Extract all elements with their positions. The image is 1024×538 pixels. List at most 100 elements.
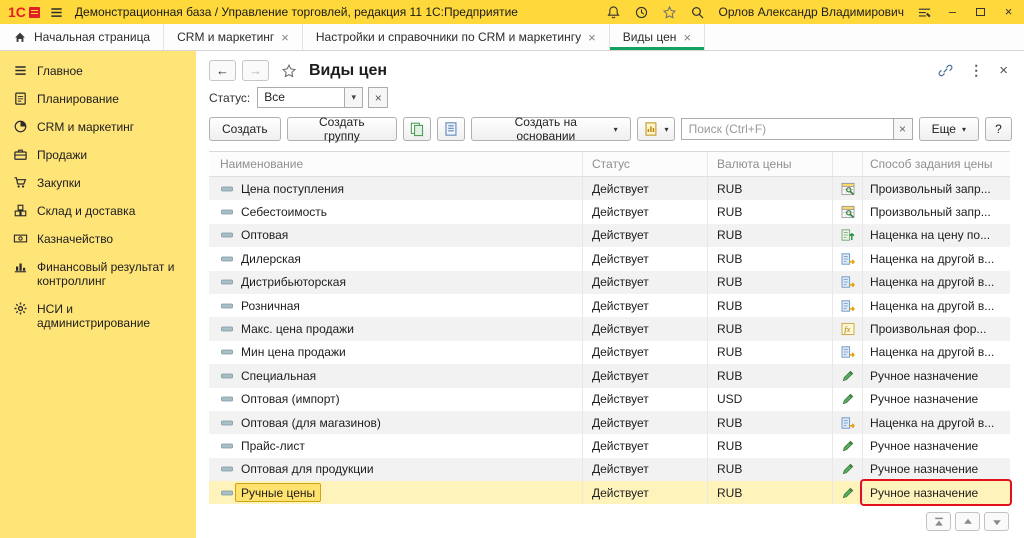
maximize-button[interactable] bbox=[973, 8, 988, 16]
sidebar-item-label: Продажи bbox=[37, 148, 87, 162]
table-row[interactable]: Себестоимость Действует RUB Произвольный… bbox=[209, 200, 1010, 223]
table-row[interactable]: Оптовая Действует RUB Наценка на цену по… bbox=[209, 224, 1010, 247]
tab-close-icon[interactable]: × bbox=[683, 31, 691, 44]
favorites-icon[interactable] bbox=[662, 5, 677, 20]
sidebar-item-planning[interactable]: Планирование bbox=[0, 85, 196, 113]
help-button[interactable]: ? bbox=[985, 117, 1012, 141]
search-input[interactable] bbox=[682, 122, 893, 136]
table-row[interactable]: Оптовая (импорт) Действует USD Ручное на… bbox=[209, 388, 1010, 411]
user-name[interactable]: Орлов Александр Владимирович bbox=[718, 5, 904, 19]
table-row[interactable]: Мин цена продажи Действует RUB Наценка н… bbox=[209, 341, 1010, 364]
tab-3[interactable]: Настройки и справочники по CRM и маркети… bbox=[303, 24, 610, 50]
row-method-icon-cell bbox=[832, 224, 862, 247]
search-clear-icon[interactable]: × bbox=[893, 119, 912, 139]
row-method-icon-cell bbox=[832, 481, 862, 504]
row-method: Наценка на другой в... bbox=[870, 252, 994, 266]
table-row[interactable]: Специальная Действует RUB Ручное назначе… bbox=[209, 364, 1010, 387]
scroll-down-button[interactable] bbox=[984, 512, 1009, 531]
copy-button[interactable] bbox=[403, 117, 431, 141]
row-method-icon-cell bbox=[832, 271, 862, 294]
create-based-on-button[interactable]: Создать на основании ▾ bbox=[471, 117, 631, 141]
sidebar-item-purchases[interactable]: Закупки bbox=[0, 169, 196, 197]
row-currency: RUB bbox=[707, 317, 832, 340]
price-type-item-icon bbox=[220, 182, 234, 196]
table-row[interactable]: Дистрибьюторская Действует RUB Наценка н… bbox=[209, 271, 1010, 294]
sidebar-item-warehouse[interactable]: Склад и доставка bbox=[0, 197, 196, 225]
table-row[interactable]: Ручные цены Действует RUB Ручное назначе… bbox=[209, 481, 1010, 504]
service-menu-icon[interactable] bbox=[917, 5, 932, 20]
row-name: Мин цена продажи bbox=[241, 345, 346, 359]
tab-label: Виды цен bbox=[623, 30, 677, 44]
row-name-chip: Оптовая для продукции bbox=[235, 460, 380, 479]
sidebar-item-sales[interactable]: Продажи bbox=[0, 141, 196, 169]
column-header-name[interactable]: Наименование bbox=[209, 152, 582, 176]
row-name-cell: Ручные цены bbox=[209, 481, 582, 504]
table-row[interactable]: Оптовая (для магазинов) Действует RUB На… bbox=[209, 411, 1010, 434]
price-type-item-icon bbox=[220, 462, 234, 476]
reports-button[interactable]: ▾ bbox=[637, 117, 675, 141]
table-row[interactable]: Розничная Действует RUB Наценка на друго… bbox=[209, 294, 1010, 317]
create-button[interactable]: Создать bbox=[209, 117, 281, 141]
column-header-method[interactable]: Способ задания цены bbox=[862, 152, 1010, 176]
table-row[interactable]: Макс. цена продажи Действует RUB Произво… bbox=[209, 317, 1010, 340]
table-row[interactable]: Оптовая для продукции Действует RUB Ручн… bbox=[209, 458, 1010, 481]
price-type-item-icon bbox=[220, 299, 234, 313]
tab-4[interactable]: Виды цен × bbox=[610, 24, 705, 50]
sidebar-item-menu[interactable]: Главное bbox=[0, 57, 196, 85]
favorite-star-icon[interactable] bbox=[281, 63, 297, 79]
close-form-icon[interactable]: × bbox=[999, 62, 1008, 79]
notifications-icon[interactable] bbox=[606, 5, 621, 20]
row-name-chip: Розничная bbox=[235, 296, 306, 315]
status-filter-clear-icon[interactable]: × bbox=[368, 87, 388, 108]
row-name-cell: Оптовая для продукции bbox=[209, 458, 582, 481]
row-status: Действует bbox=[582, 411, 707, 434]
row-method-cell: Ручное назначение bbox=[862, 364, 1010, 387]
price-method-icon bbox=[841, 392, 855, 406]
sidebar-item-finance[interactable]: Финансовый результат и контроллинг bbox=[0, 253, 196, 295]
price-type-item-icon bbox=[220, 275, 234, 289]
table-row[interactable]: Цена поступления Действует RUB Произволь… bbox=[209, 177, 1010, 200]
open-item-button[interactable] bbox=[437, 117, 465, 141]
status-filter-select[interactable]: Все ▾ bbox=[257, 87, 363, 108]
price-method-icon bbox=[841, 275, 855, 289]
forward-button[interactable]: → bbox=[242, 60, 269, 81]
row-name-chip: Дилерская bbox=[235, 249, 307, 268]
tab-close-icon[interactable]: × bbox=[588, 31, 596, 44]
sidebar-item-crm[interactable]: CRM и маркетинг bbox=[0, 113, 196, 141]
row-method-icon-cell bbox=[832, 434, 862, 457]
more-menu-icon[interactable]: ⋮ bbox=[969, 62, 983, 79]
chevron-down-icon[interactable]: ▾ bbox=[344, 88, 362, 107]
row-status: Действует bbox=[582, 294, 707, 317]
back-button[interactable]: ← bbox=[209, 60, 236, 81]
row-name-cell: Оптовая (для магазинов) bbox=[209, 411, 582, 434]
sidebar-item-admin[interactable]: НСИ и администрирование bbox=[0, 295, 196, 337]
sidebar-item-icon bbox=[13, 175, 28, 190]
row-method: Произвольный запр... bbox=[870, 205, 991, 219]
tab-1[interactable]: Начальная страница bbox=[0, 24, 164, 50]
search-box: × bbox=[681, 118, 913, 140]
column-header-method-icon[interactable] bbox=[832, 152, 862, 176]
tab-label: Настройки и справочники по CRM и маркети… bbox=[316, 30, 581, 44]
price-types-table: Наименование Статус Валюта цены Способ з… bbox=[209, 151, 1010, 504]
create-group-button[interactable]: Создать группу bbox=[287, 117, 397, 141]
page-title: Виды цен bbox=[309, 62, 387, 80]
main-menu-icon[interactable] bbox=[49, 5, 64, 20]
column-header-status[interactable]: Статус bbox=[582, 152, 707, 176]
tab-2[interactable]: CRM и маркетинг × bbox=[164, 24, 303, 50]
minimize-button[interactable]: – bbox=[945, 0, 960, 24]
scroll-up-button[interactable] bbox=[955, 512, 980, 531]
close-window-button[interactable]: × bbox=[1001, 0, 1016, 24]
tab-close-icon[interactable]: × bbox=[281, 31, 289, 44]
link-icon[interactable] bbox=[938, 63, 953, 78]
sidebar-item-treasury[interactable]: Казначейство bbox=[0, 225, 196, 253]
row-name: Оптовая (импорт) bbox=[241, 392, 340, 406]
scroll-top-button[interactable] bbox=[926, 512, 951, 531]
more-button[interactable]: Еще ▾ bbox=[919, 117, 979, 141]
price-type-item-icon bbox=[220, 228, 234, 242]
table-row[interactable]: Прайс-лист Действует RUB Ручное назначен… bbox=[209, 434, 1010, 457]
table-row[interactable]: Дилерская Действует RUB Наценка на друго… bbox=[209, 247, 1010, 270]
history-icon[interactable] bbox=[634, 5, 649, 20]
global-search-icon[interactable] bbox=[690, 5, 705, 20]
row-method-cell: Ручное назначение bbox=[862, 388, 1010, 411]
column-header-currency[interactable]: Валюта цены bbox=[707, 152, 832, 176]
